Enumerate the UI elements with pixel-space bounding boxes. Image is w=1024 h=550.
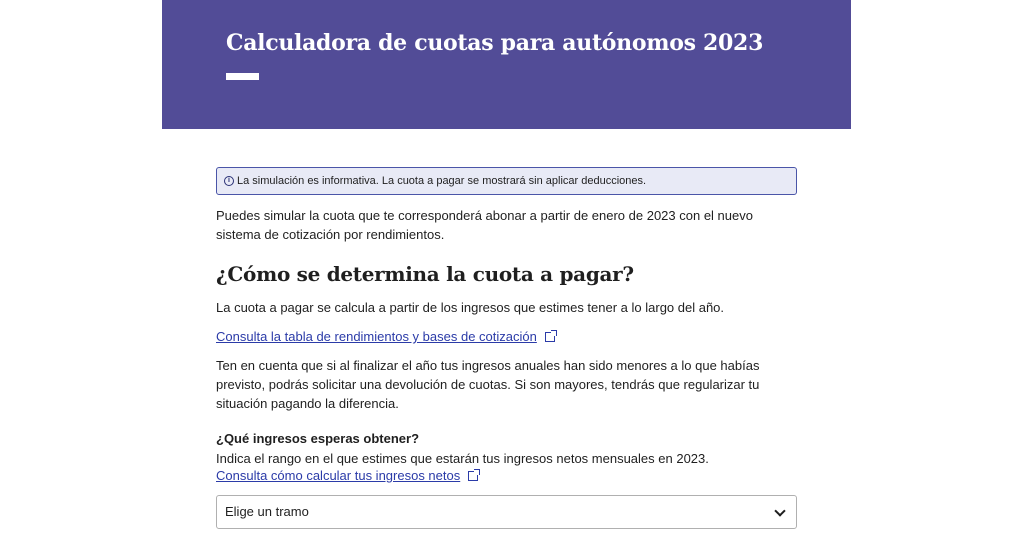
external-link-icon <box>544 330 557 342</box>
external-link-icon <box>468 469 481 481</box>
net-income-help-link[interactable]: Consulta cómo calcular tus ingresos neto… <box>216 466 481 485</box>
chevron-down-icon <box>774 505 786 517</box>
rendimientos-table-link-label: Consulta la tabla de rendimientos y base… <box>216 329 537 344</box>
section-paragraph-1: La cuota a pagar se calcula a partir de … <box>216 300 725 315</box>
title-underline-bar <box>226 73 259 80</box>
income-range-select[interactable]: Elige un tramo <box>216 495 797 529</box>
info-alert: i La simulación es informativa. La cuota… <box>216 167 797 195</box>
intro-paragraph: Puedes simular la cuota que te correspon… <box>216 208 753 242</box>
section-paragraph-2: Ten en cuenta que si al finalizar el año… <box>216 358 760 411</box>
income-question-label: ¿Qué ingresos esperas obtener? <box>216 431 420 446</box>
info-icon: i <box>224 176 234 186</box>
rendimientos-table-link[interactable]: Consulta la tabla de rendimientos y base… <box>216 327 557 346</box>
page-header: Calculadora de cuotas para autónomos 202… <box>162 0 851 129</box>
section-heading: ¿Cómo se determina la cuota a pagar? <box>216 262 634 286</box>
info-alert-text: La simulación es informativa. La cuota a… <box>237 175 647 187</box>
income-range-select-value: Elige un tramo <box>225 504 309 519</box>
net-income-help-link-label: Consulta cómo calcular tus ingresos neto… <box>216 468 461 483</box>
page-title: Calculadora de cuotas para autónomos 202… <box>226 30 764 56</box>
